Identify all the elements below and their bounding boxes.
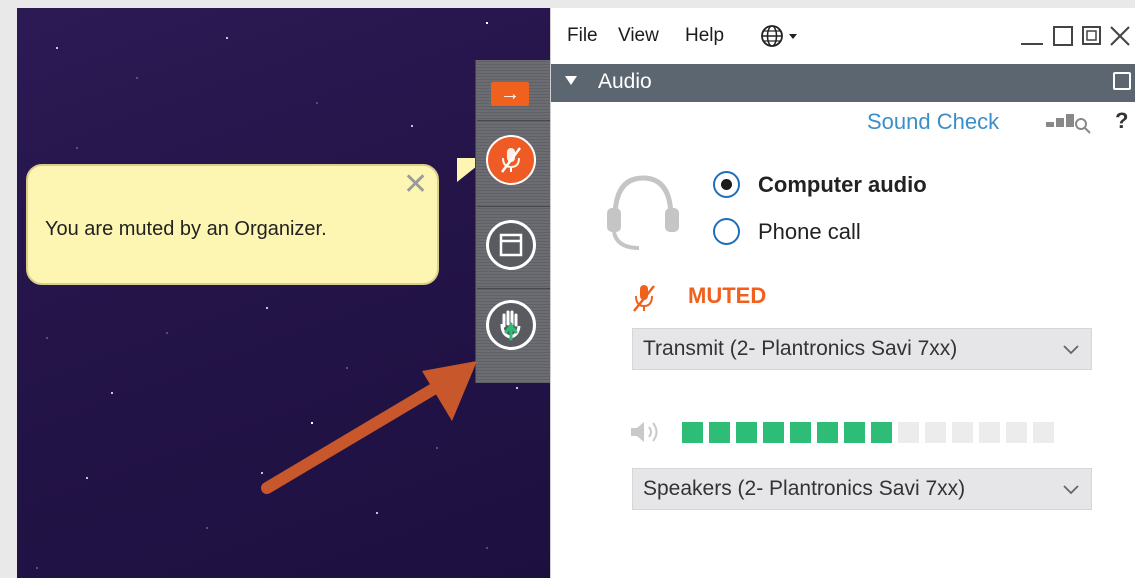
tooltip-message: You are muted by an Organizer.: [45, 218, 327, 240]
mic-muted-button[interactable]: [486, 135, 536, 185]
option-phone-call: Phone call: [758, 219, 861, 244]
pointer-arrow: [261, 361, 477, 494]
meter-segment: [925, 422, 946, 443]
mic-muted-icon: [501, 147, 521, 173]
meter-segment: [682, 422, 703, 443]
meter-segment: [952, 422, 973, 443]
window-button[interactable]: [486, 220, 536, 270]
collapse-caret-icon[interactable]: [565, 76, 577, 85]
meter-segment: [844, 422, 865, 443]
window-icon: [499, 233, 523, 257]
menu-help[interactable]: Help: [685, 25, 724, 47]
speaker-device-value: Speakers (2- Plantronics Savi 7xx): [643, 477, 966, 500]
muted-status: MUTED: [688, 283, 767, 308]
transmit-device-value: Transmit (2- Plantronics Savi 7xx): [643, 337, 958, 360]
arrow-right-icon[interactable]: →: [491, 82, 529, 106]
globe-icon[interactable]: [759, 23, 803, 49]
mic-muted-status-icon: [633, 285, 655, 312]
meter-segment: [1033, 422, 1054, 443]
radio-phone-call[interactable]: [713, 218, 740, 245]
menu-view[interactable]: View: [618, 25, 659, 47]
restore-icon: [1082, 26, 1101, 45]
help-button[interactable]: ?: [1115, 108, 1128, 134]
raise-hand-icon: [500, 310, 521, 341]
menu-bar: File View Help: [551, 8, 1135, 63]
toolbar-divider: [477, 206, 550, 207]
audio-window: File View Help Audio Sound Check ? Compu…: [550, 8, 1135, 578]
meter-segment: [1006, 422, 1027, 443]
maximize-icon: [1053, 26, 1073, 46]
raise-hand-button[interactable]: [486, 300, 536, 350]
screenshot-frame: ✕ You are muted by an Organizer. → File …: [17, 8, 1135, 578]
meter-segment: [871, 422, 892, 443]
chevron-down-icon: [1063, 485, 1079, 495]
close-icon[interactable]: ✕: [403, 170, 428, 200]
option-computer-audio: Computer audio: [758, 172, 927, 197]
meter-segment: [763, 422, 784, 443]
radio-computer-audio[interactable]: [713, 171, 740, 198]
toolbar-divider: [477, 288, 550, 289]
audio-section-header[interactable]: Audio: [551, 64, 1135, 102]
meter-segment: [736, 422, 757, 443]
speaker-device-select[interactable]: Speakers (2- Plantronics Savi 7xx): [632, 468, 1092, 510]
sound-check-link[interactable]: Sound Check: [867, 109, 999, 135]
headset-icon: [607, 175, 679, 250]
popout-icon[interactable]: [1113, 72, 1131, 90]
meter-segment: [709, 422, 730, 443]
toolbar-divider: [477, 120, 550, 121]
chevron-down-icon: [1063, 345, 1079, 355]
window-controls: [1019, 22, 1135, 56]
speaker-icon[interactable]: [628, 418, 668, 446]
transmit-device-select[interactable]: Transmit (2- Plantronics Savi 7xx): [632, 328, 1092, 370]
meter-segment: [817, 422, 838, 443]
meter-segment: [790, 422, 811, 443]
audio-level-icon[interactable]: [1044, 112, 1092, 134]
audio-title: Audio: [598, 70, 652, 93]
meter-segment: [979, 422, 1000, 443]
meter-segment: [898, 422, 919, 443]
menu-file[interactable]: File: [567, 25, 598, 47]
speaker-level-meter: [682, 422, 1054, 443]
